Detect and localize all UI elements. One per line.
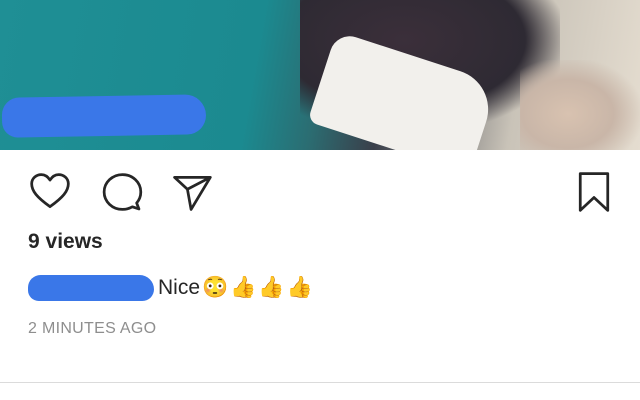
share-button[interactable] <box>168 168 216 216</box>
media-hands <box>520 60 640 150</box>
caption-emoji: 😳👍👍👍 <box>202 276 315 299</box>
caption-text: Nice <box>158 276 201 299</box>
paper-plane-icon <box>173 175 212 211</box>
comment-button[interactable] <box>98 168 146 216</box>
caption: _g Nice 😳👍👍👍 <box>28 270 315 306</box>
post-media[interactable] <box>0 0 640 150</box>
redaction-overlay <box>1 94 207 138</box>
post-timestamp: 2 MINUTES AGO <box>28 320 157 337</box>
post-action-bar <box>0 168 640 216</box>
username-redaction <box>28 275 154 301</box>
save-button[interactable] <box>570 168 618 216</box>
divider <box>0 382 640 383</box>
caption-username[interactable]: _g <box>28 273 154 303</box>
view-count[interactable]: 9 views <box>28 230 103 254</box>
heart-icon <box>30 173 70 209</box>
bookmark-icon <box>578 172 610 212</box>
like-button[interactable] <box>26 168 74 216</box>
speech-bubble-icon <box>102 173 143 211</box>
